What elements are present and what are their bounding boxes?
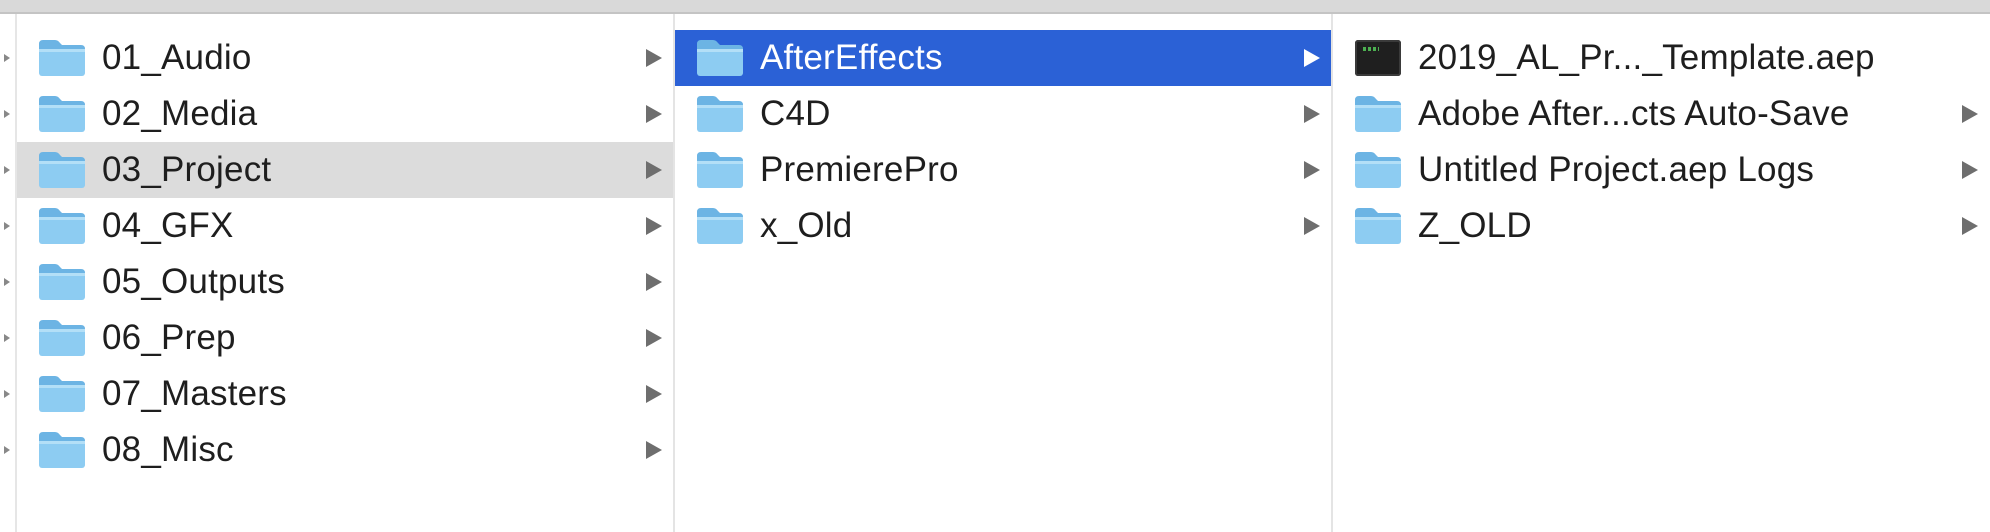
list-item-02-media[interactable]: 02_Media [17, 86, 673, 142]
folder-icon [1353, 94, 1403, 134]
disclosure-arrow-icon [4, 110, 10, 118]
item-label: x_Old [760, 206, 853, 245]
item-label: 01_Audio [102, 38, 252, 77]
chevron-right-icon [646, 329, 662, 347]
list-item-z-old[interactable]: Z_OLD [1333, 198, 1990, 254]
list-item-04-gfx[interactable]: 04_GFX [17, 198, 673, 254]
chevron-right-icon [646, 105, 662, 123]
list-item-08-misc[interactable]: 08_Misc [17, 422, 673, 478]
folder-icon [37, 150, 87, 190]
chevron-right-icon [1304, 161, 1320, 179]
folder-icon [37, 318, 87, 358]
chevron-right-icon [1304, 217, 1320, 235]
chevron-right-icon [1962, 217, 1978, 235]
folder-icon [37, 430, 87, 470]
item-label: Adobe After...cts Auto-Save [1418, 94, 1850, 133]
list-item-c4d[interactable]: C4D [675, 86, 1331, 142]
folder-icon [695, 38, 745, 78]
disclosure-arrow-icon [4, 54, 10, 62]
list-item-x-old[interactable]: x_Old [675, 198, 1331, 254]
item-label: 05_Outputs [102, 262, 285, 301]
item-label: 04_GFX [102, 206, 234, 245]
folder-icon [37, 262, 87, 302]
list-item-untitled-logs[interactable]: Untitled Project.aep Logs [1333, 142, 1990, 198]
previous-column-stub[interactable] [0, 14, 17, 532]
item-label: 08_Misc [102, 430, 234, 469]
chevron-right-icon [646, 441, 662, 459]
finder-column-2: AfterEffects C4D PremierePro x_Old [675, 14, 1333, 532]
chevron-right-icon [1962, 105, 1978, 123]
chevron-right-icon [1304, 49, 1320, 67]
list-item-05-outputs[interactable]: 05_Outputs [17, 254, 673, 310]
list-item-aftereffects[interactable]: AfterEffects [675, 30, 1331, 86]
chevron-right-icon [646, 161, 662, 179]
item-label: 03_Project [102, 150, 272, 189]
chevron-right-icon [646, 217, 662, 235]
list-item-premierepro[interactable]: PremierePro [675, 142, 1331, 198]
disclosure-arrow-icon [4, 222, 10, 230]
list-item-03-project[interactable]: 03_Project [17, 142, 673, 198]
item-label: 2019_AL_Pr..._Template.aep [1418, 38, 1875, 77]
item-label: 02_Media [102, 94, 258, 133]
folder-icon [37, 38, 87, 78]
item-label: 06_Prep [102, 318, 236, 357]
folder-icon [1353, 150, 1403, 190]
chevron-right-icon [646, 49, 662, 67]
list-item-07-masters[interactable]: 07_Masters [17, 366, 673, 422]
window-top-edge [0, 0, 1990, 14]
folder-icon [37, 374, 87, 414]
chevron-right-icon [646, 273, 662, 291]
disclosure-arrow-icon [4, 166, 10, 174]
folder-icon [1353, 206, 1403, 246]
item-label: AfterEffects [760, 38, 943, 77]
list-item-06-prep[interactable]: 06_Prep [17, 310, 673, 366]
disclosure-arrow-icon [4, 446, 10, 454]
finder-column-1: 01_Audio 02_Media 03_Project 04_GFX 05_O… [17, 14, 675, 532]
chevron-right-icon [646, 385, 662, 403]
item-label: 07_Masters [102, 374, 287, 413]
aep-file-icon [1355, 40, 1401, 76]
folder-icon [695, 206, 745, 246]
item-label: Untitled Project.aep Logs [1418, 150, 1815, 189]
folder-icon [37, 94, 87, 134]
disclosure-arrow-icon [4, 334, 10, 342]
disclosure-arrow-icon [4, 278, 10, 286]
chevron-right-icon [1304, 105, 1320, 123]
list-item-01-audio[interactable]: 01_Audio [17, 30, 673, 86]
list-item-template-aep[interactable]: 2019_AL_Pr..._Template.aep [1333, 30, 1990, 86]
folder-icon [37, 206, 87, 246]
item-label: PremierePro [760, 150, 959, 189]
finder-column-3: 2019_AL_Pr..._Template.aep Adobe After..… [1333, 14, 1990, 532]
item-label: Z_OLD [1418, 206, 1532, 245]
folder-icon [695, 94, 745, 134]
list-item-auto-save[interactable]: Adobe After...cts Auto-Save [1333, 86, 1990, 142]
chevron-right-icon [1962, 161, 1978, 179]
folder-icon [695, 150, 745, 190]
item-label: C4D [760, 94, 831, 133]
disclosure-arrow-icon [4, 390, 10, 398]
